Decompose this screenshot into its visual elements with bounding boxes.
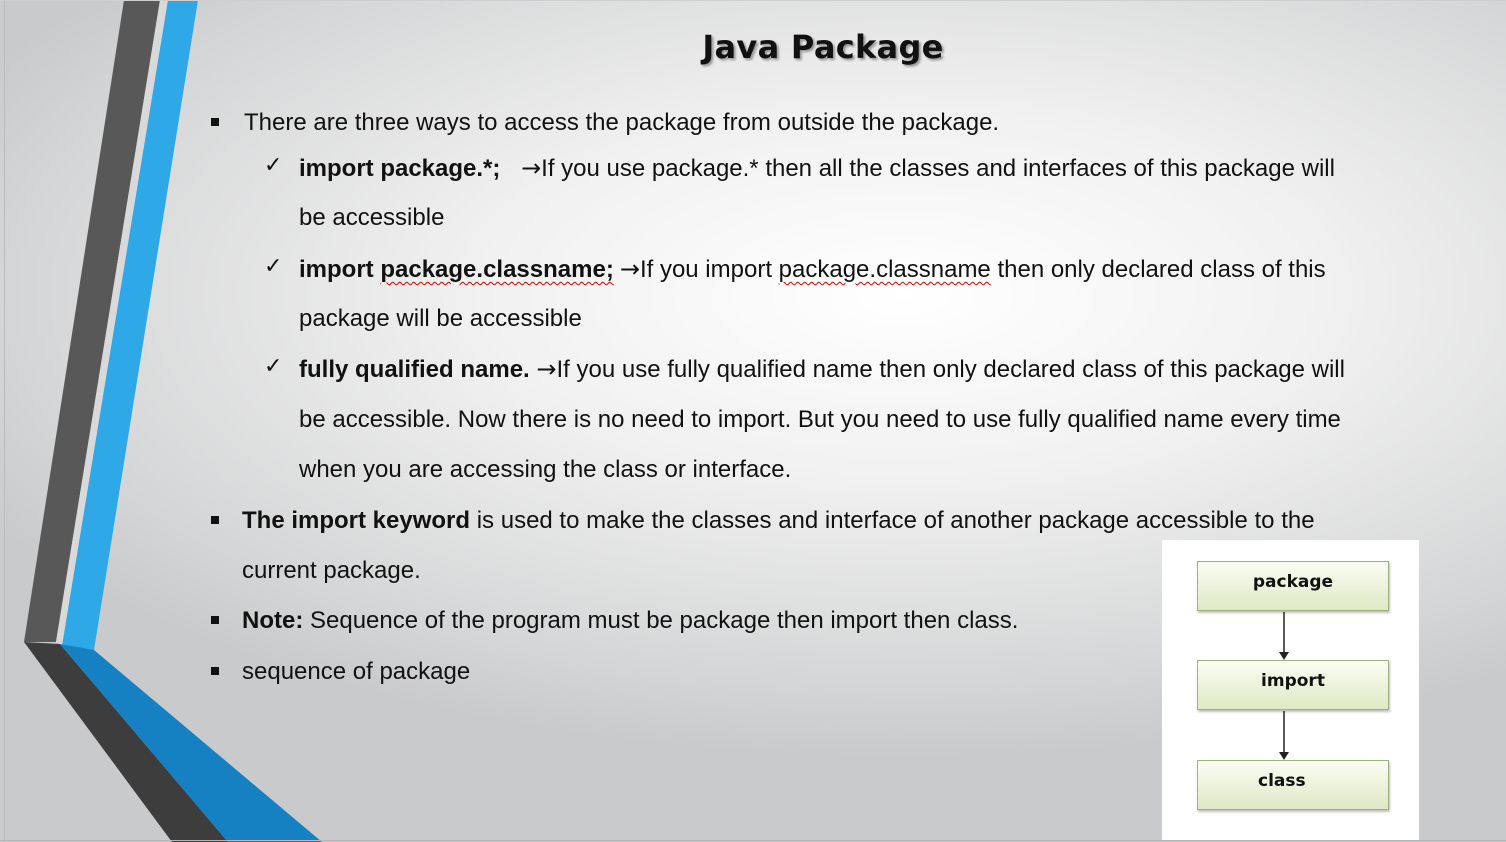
package-sequence-diagram: package import class <box>1162 540 1419 840</box>
sub-item-3-line-2: be accessible. Now there is no need to i… <box>299 406 1341 433</box>
sub-item-1-bold: import package.*; <box>299 155 501 182</box>
bullet-square-icon <box>211 118 219 126</box>
diagram-box-package: package <box>1197 561 1389 611</box>
sub-item-2-text-pre: If you import <box>639 256 772 283</box>
bullet-2-line-1: The import keyword is used to make the c… <box>242 506 1315 536</box>
sub-item-3-text: If you use fully qualified name then onl… <box>556 356 1345 383</box>
bullet-square-icon <box>211 616 219 624</box>
checkmark-icon: ✓ <box>264 354 283 379</box>
sub-item-1-text: If you use package.* then all the classe… <box>541 155 1335 182</box>
checkmark-icon: ✓ <box>264 254 283 279</box>
diagram-box-import: import <box>1197 660 1389 710</box>
sub-item-2-bold-prefix: import <box>299 256 374 283</box>
bullet-4-text: sequence of package <box>242 658 471 685</box>
sub-item-2-text-post: then only declared class of this <box>997 256 1326 283</box>
bullet-square-icon <box>211 667 219 675</box>
sub-item-2-text-underlined: package.classname <box>778 256 991 283</box>
checkmark-icon: ✓ <box>264 153 283 178</box>
bullet-3-text: Note: Sequence of the program must be pa… <box>242 606 1018 636</box>
arrow-right-icon: → <box>619 255 640 283</box>
bullet-2-text: is used to make the classes and interfac… <box>476 507 1315 534</box>
slide-title: Java Package <box>702 28 944 66</box>
bullet-3-body: Sequence of the program must be package … <box>310 607 1019 634</box>
bullet-2-bold: The import keyword <box>242 507 471 534</box>
bullet-square-icon <box>211 516 219 524</box>
diagram-box-class: class <box>1197 760 1389 810</box>
sub-item-3-line-1: fully qualified name. →If you use fully … <box>299 354 1345 385</box>
bullet-2-line-2: current package. <box>242 557 421 584</box>
sub-item-2-line-2: package will be accessible <box>299 305 582 332</box>
sub-item-3-bold: fully qualified name. <box>299 356 530 383</box>
bullet-3-bold: Note: <box>242 607 304 634</box>
sub-item-1-line-2: be accessible <box>299 204 445 231</box>
sub-item-2-bold-underlined: package.classname; <box>380 256 614 283</box>
arrow-right-icon: → <box>536 355 557 383</box>
sub-item-2-line-1: import package.classname; →If you import … <box>299 254 1326 285</box>
sub-item-1-line-1: import package.*; →If you use package.* … <box>299 153 1335 184</box>
sub-item-3-line-3: when you are accessing the class or inte… <box>299 456 792 483</box>
arrow-right-icon: → <box>521 154 542 182</box>
bullet-1-text: There are three ways to access the packa… <box>244 109 1000 136</box>
